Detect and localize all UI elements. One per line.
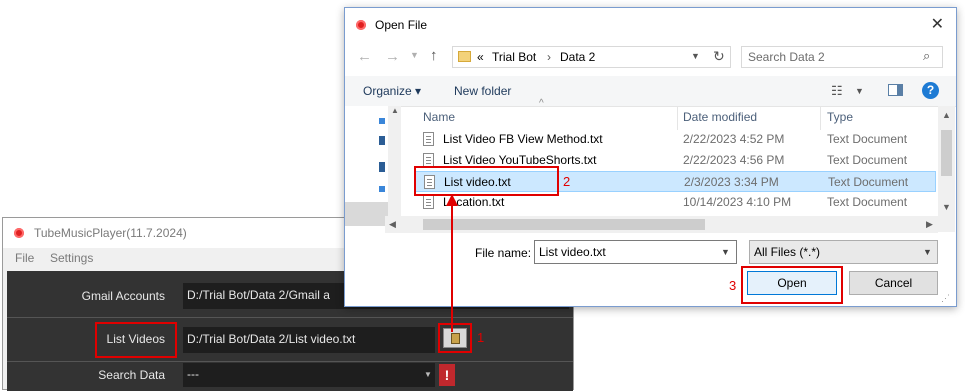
file-name-label: File name: — [475, 246, 532, 260]
scroll-up-icon[interactable]: ▲ — [942, 110, 951, 120]
column-divider[interactable] — [677, 106, 678, 130]
forward-arrow-icon[interactable]: → — [385, 48, 400, 65]
file-type: Text Document — [828, 175, 909, 189]
network-icon[interactable] — [379, 186, 385, 192]
menu-file[interactable]: File — [15, 251, 34, 265]
breadcrumb-overflow[interactable]: « — [477, 50, 484, 64]
menu-settings[interactable]: Settings — [50, 251, 93, 265]
organize-button[interactable]: Organize ▾ — [363, 84, 421, 98]
file-date: 2/22/2023 4:52 PM — [683, 132, 785, 146]
column-header-type[interactable]: Type — [827, 110, 853, 124]
address-bar[interactable]: « Trial Bot › Data 2 ▼ ↻ — [452, 46, 731, 68]
chevron-down-icon[interactable]: ▼ — [855, 86, 864, 96]
scroll-left-icon[interactable]: ◀ — [389, 219, 396, 230]
onedrive-icon[interactable] — [379, 118, 385, 124]
breadcrumb-data-2[interactable]: Data 2 — [560, 50, 595, 64]
chevron-down-icon[interactable]: ▼ — [721, 247, 730, 257]
file-name-input[interactable]: List video.txt — [534, 240, 737, 264]
help-icon[interactable]: ? — [922, 82, 939, 99]
step-3-label: 3 — [729, 278, 737, 293]
breadcrumb-separator-icon: › — [547, 50, 551, 64]
file-date: 2/3/2023 3:34 PM — [684, 175, 779, 189]
column-header-name[interactable]: Name — [423, 110, 455, 124]
row-divider — [7, 361, 573, 362]
column-header-date[interactable]: Date modified — [683, 110, 757, 124]
search-data-label: Search Data — [98, 368, 165, 382]
refresh-icon[interactable]: ↻ — [713, 48, 725, 65]
preview-pane-icon[interactable] — [888, 84, 903, 96]
sort-ascending-icon: ^ — [539, 98, 544, 109]
file-date: 10/14/2023 4:10 PM — [683, 195, 792, 209]
scroll-thumb[interactable] — [941, 130, 952, 176]
file-row[interactable]: List Video FB View Method.txt 2/22/2023 … — [415, 129, 936, 150]
chevron-down-icon[interactable]: ▼ — [923, 247, 932, 257]
horizontal-scrollbar[interactable]: ◀ ▶ — [385, 216, 938, 233]
column-divider[interactable] — [820, 106, 821, 130]
file-type: Text Document — [827, 195, 908, 209]
app-logo-icon — [14, 228, 24, 238]
cancel-button[interactable]: Cancel — [849, 271, 938, 295]
recent-chevron-icon[interactable]: ▼ — [410, 50, 419, 60]
file-name: List Video FB View Method.txt — [443, 132, 603, 146]
selected-file-highlight — [414, 166, 559, 196]
text-file-icon — [423, 195, 434, 209]
up-arrow-icon[interactable]: ↑ — [430, 47, 438, 64]
new-folder-button[interactable]: New folder — [454, 84, 511, 98]
chevron-down-icon[interactable]: ▼ — [691, 51, 700, 61]
annotation-arrow — [446, 194, 458, 332]
dialog-title-bar: Open File ✕ — [345, 8, 956, 40]
dialog-toolbar: Organize ▾ New folder ☷ ▼ ? — [345, 76, 956, 107]
back-arrow-icon[interactable]: ← — [357, 48, 372, 65]
scroll-thumb[interactable] — [423, 219, 705, 230]
text-file-icon — [423, 132, 434, 146]
list-videos-label: List Videos — [106, 332, 165, 346]
file-type-filter[interactable]: All Files (*.*) — [749, 240, 938, 264]
chevron-down-icon[interactable]: ▼ — [421, 364, 435, 386]
documents-icon[interactable] — [379, 162, 385, 172]
file-type: Text Document — [827, 132, 908, 146]
arrow-head — [446, 194, 458, 206]
close-icon[interactable]: ✕ — [931, 14, 944, 34]
desktop-icon[interactable] — [379, 136, 385, 145]
file-date: 2/22/2023 4:56 PM — [683, 153, 785, 167]
folder-icon — [451, 333, 460, 344]
folder-icon — [458, 51, 471, 62]
file-list-scrollbar[interactable]: ▲ ▼ — [938, 106, 955, 232]
search-input[interactable]: Search Data 2 — [741, 46, 943, 68]
text-file-icon — [423, 153, 434, 167]
open-file-dialog: Open File ✕ ← → ▼ ↑ « Trial Bot › Data 2… — [344, 7, 957, 307]
file-type: Text Document — [827, 153, 908, 167]
app-title: TubeMusicPlayer(11.7.2024) — [34, 226, 187, 240]
scroll-down-icon[interactable]: ▼ — [942, 202, 951, 212]
step-2-label: 2 — [563, 174, 571, 189]
row-divider — [7, 317, 573, 318]
step-1-label: 1 — [477, 330, 485, 345]
open-button[interactable]: Open — [747, 271, 837, 295]
breadcrumb-trial-bot[interactable]: Trial Bot — [492, 50, 536, 64]
search-icon[interactable]: ⌕ — [923, 48, 930, 64]
app-logo-icon — [356, 20, 366, 30]
resize-grip-icon[interactable]: ⋰ — [941, 293, 950, 304]
dialog-title: Open File — [375, 18, 428, 32]
view-options-icon[interactable]: ☷ — [831, 83, 843, 99]
search-data-select[interactable]: --- — [183, 363, 435, 387]
nav-scrollbar[interactable]: ▲ ▼ — [388, 106, 401, 232]
scroll-right-icon[interactable]: ▶ — [926, 219, 933, 230]
list-videos-path[interactable]: D:/Trial Bot/Data 2/List video.txt — [183, 327, 435, 353]
file-name: List Video YouTubeShorts.txt — [443, 153, 597, 167]
scroll-up-icon[interactable]: ▲ — [391, 106, 399, 115]
warning-icon[interactable]: ! — [439, 364, 455, 386]
gmail-accounts-label: Gmail Accounts — [81, 289, 165, 303]
